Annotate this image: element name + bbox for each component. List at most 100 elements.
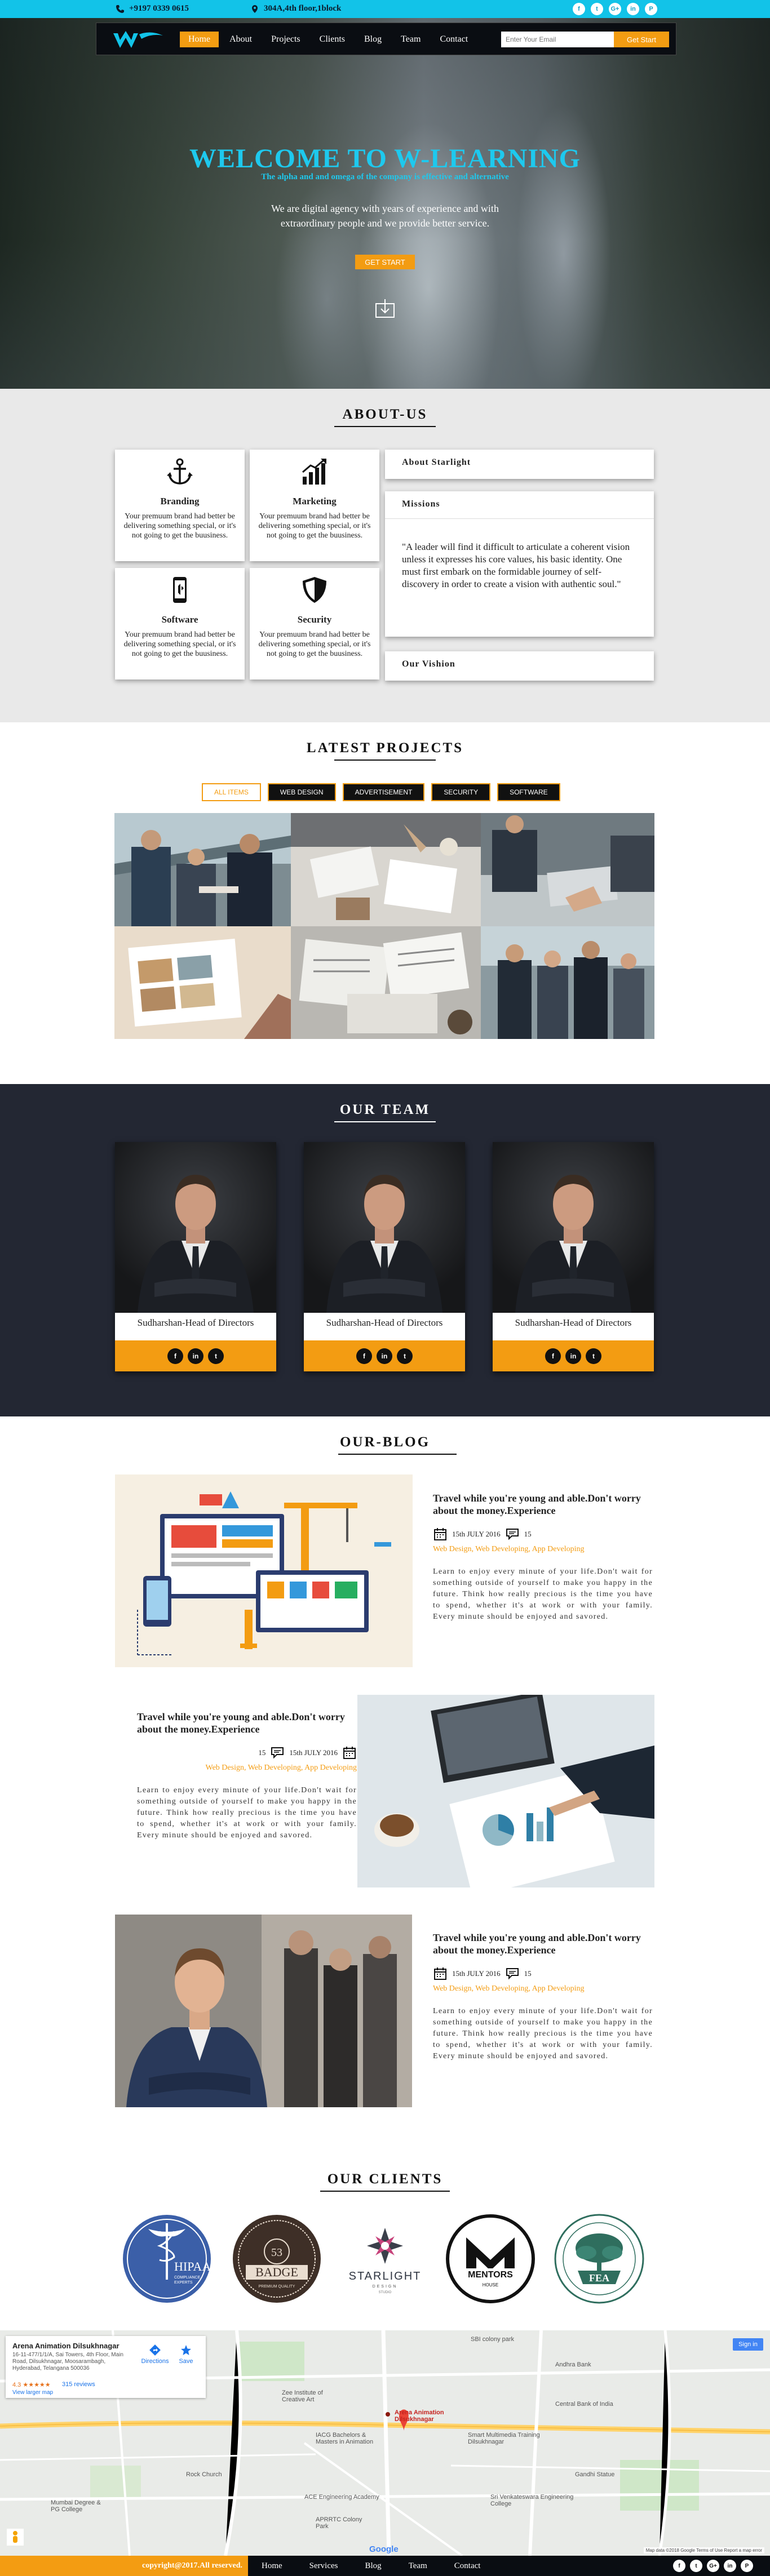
linkedin-icon[interactable]: in <box>188 1348 203 1364</box>
twitter-icon[interactable]: t <box>586 1348 601 1364</box>
google-plus-icon[interactable]: G+ <box>609 3 621 15</box>
street-view-icon[interactable] <box>7 2529 24 2546</box>
about-card-title: Software <box>161 614 198 625</box>
linkedin-icon[interactable]: in <box>377 1348 392 1364</box>
blog-post-categories[interactable]: Web Design, Web Developing, App Developi… <box>433 1984 653 1993</box>
about-card-software: Software Your premuum brand had better b… <box>115 568 245 679</box>
calendar-icon <box>434 1967 446 1980</box>
blog-heading-underline <box>338 1454 457 1455</box>
about-card-security: Security Your premuum brand had better b… <box>250 568 379 679</box>
team-group-image <box>481 926 654 1039</box>
view-larger-map-link[interactable]: View larger map <box>12 2390 53 2396</box>
twitter-icon[interactable]: t <box>208 1348 224 1364</box>
client-logo-hipaa[interactable]: HIPAA COMPLIANCE EXPERTS <box>120 2212 214 2306</box>
map-sign-in-button[interactable]: Sign in <box>733 2338 763 2351</box>
blog-post-categories[interactable]: Web Design, Web Developing, App Developi… <box>433 1545 653 1554</box>
project-image-laptop[interactable] <box>481 813 654 926</box>
tab-advertisement[interactable]: ADVERTISEMENT <box>342 783 425 801</box>
tab-software[interactable]: SOFTWARE <box>497 783 560 801</box>
hero-subtitle: The alpha and and omega of the company i… <box>261 172 509 181</box>
map-rating: 4.3 ★★★★★ <box>12 2382 51 2388</box>
calendar-icon <box>343 1747 356 1759</box>
project-image-handshake[interactable] <box>114 813 291 926</box>
about-card-marketing: Marketing Your premuum brand had better … <box>250 450 379 561</box>
blog-post-image[interactable] <box>115 1474 413 1667</box>
client-logo-badge[interactable]: 53 BADGE PREMIUM QUALITY <box>230 2212 324 2306</box>
tab-all-items[interactable]: ALL ITEMS <box>202 783 261 801</box>
team-member-photo <box>115 1142 276 1313</box>
missions-panel[interactable]: Missions "A leader will find it difficul… <box>385 491 654 637</box>
client-line2: 53 <box>271 2246 282 2259</box>
google-plus-icon[interactable]: G+ <box>707 2560 719 2572</box>
client-line2: DESIGN <box>373 2285 398 2289</box>
blog-post-body: Learn to enjoy every minute of your life… <box>137 1786 357 1840</box>
blog-post-text: Travel while you're young and able.Don't… <box>433 1492 653 1623</box>
blog-post-comment-count: 15 <box>524 1530 532 1538</box>
blog-post-title[interactable]: Travel while you're young and able.Don't… <box>433 1931 653 1956</box>
about-card-title: Branding <box>160 496 200 507</box>
linkedin-icon[interactable]: in <box>565 1348 581 1364</box>
about-card-title: Marketing <box>293 496 337 507</box>
about-starlight-panel[interactable]: About Starlight <box>385 450 654 479</box>
map-label: Smart Multimedia Training Dilsukhnagar <box>468 2432 540 2445</box>
about-card-text: Your premuum brand had better be deliver… <box>258 630 371 658</box>
client-logo-starlight[interactable]: STARLIGHT DESIGN STUDIO <box>338 2212 432 2306</box>
facebook-icon[interactable]: f <box>167 1348 183 1364</box>
twitter-icon[interactable]: t <box>397 1348 413 1364</box>
missions-quote: "A leader will find it difficult to arti… <box>402 541 630 589</box>
linkedin-icon[interactable]: in <box>724 2560 736 2572</box>
client-logo-fea[interactable]: FEA <box>552 2212 646 2306</box>
project-image-website[interactable] <box>114 926 291 1039</box>
blog-post-image[interactable] <box>357 1695 654 1887</box>
footer-link-blog[interactable]: Blog <box>352 2556 395 2576</box>
blog-post-image[interactable] <box>115 1915 412 2107</box>
map-save-button[interactable]: Save <box>175 2344 197 2365</box>
download-icon[interactable] <box>374 297 396 319</box>
blog-post-body: Learn to enjoy every minute of your life… <box>433 1567 653 1621</box>
hero-title: WELCOME TO W-LEARNING <box>189 144 581 174</box>
copyright-text: copyright@2017.All reserved. <box>0 2556 248 2576</box>
blog-post-meta: 15 15th JULY 2016 <box>137 1746 357 1760</box>
address-info: 304A,4th floor,1block <box>250 4 341 14</box>
map-reviews-link[interactable]: 315 reviews <box>62 2381 95 2388</box>
blog-post-title[interactable]: Travel while you're young and able.Don't… <box>137 1711 357 1735</box>
about-card-text: Your premuum brand had better be deliver… <box>123 512 236 540</box>
map-place-name: Arena Animation Dilsukhnagar <box>12 2342 120 2350</box>
client-line3: EXPERTS <box>174 2281 193 2285</box>
shield-icon <box>303 577 326 603</box>
blog-post-categories[interactable]: Web Design, Web Developing, App Developi… <box>137 1764 357 1773</box>
tab-web-design[interactable]: WEB DESIGN <box>267 783 336 801</box>
facebook-icon[interactable]: f <box>356 1348 372 1364</box>
footer-link-services[interactable]: Services <box>296 2556 352 2576</box>
project-image-team[interactable] <box>481 926 654 1039</box>
linkedin-icon[interactable]: in <box>627 3 639 15</box>
footer-link-team[interactable]: Team <box>395 2556 441 2576</box>
tab-security[interactable]: SECURITY <box>431 783 491 801</box>
hero-section: WELCOME TO W-LEARNING The alpha and and … <box>0 18 770 389</box>
vision-panel[interactable]: Our Vishion <box>385 651 654 681</box>
blog-heading: OUR-BLOG <box>339 1434 431 1450</box>
location-map[interactable]: Arena Animation Dilsukhnagar Andhra Bank… <box>0 2330 770 2556</box>
map-label: Sri Venkateswara Engineering College <box>490 2494 574 2507</box>
map-marker-label: Arena Animation Dilsukhnagar <box>395 2409 444 2423</box>
project-image-desk[interactable] <box>291 813 481 926</box>
twitter-icon[interactable]: t <box>690 2560 702 2572</box>
client-logo-mentors[interactable]: MENTORS HOUSE <box>444 2212 537 2306</box>
hero-get-start-button[interactable]: GET START <box>355 255 415 269</box>
blog-post-title[interactable]: Travel while you're young and able.Don't… <box>433 1492 653 1517</box>
facebook-icon[interactable]: f <box>545 1348 561 1364</box>
pinterest-icon[interactable]: P <box>645 3 657 15</box>
twitter-icon[interactable]: t <box>591 3 603 15</box>
map-label: ACE Engineering Academy <box>304 2494 379 2501</box>
directions-label: Directions <box>141 2358 169 2365</box>
pinterest-icon[interactable]: P <box>741 2560 753 2572</box>
businessman-portrait <box>515 1175 631 1313</box>
map-directions-button[interactable]: Directions <box>141 2344 169 2365</box>
footer-link-contact[interactable]: Contact <box>441 2556 494 2576</box>
client-line3: PREMIUM QUALITY <box>259 2285 295 2289</box>
footer-link-home[interactable]: Home <box>248 2556 296 2576</box>
map-label: IACG Bachelors & Masters in Animation <box>316 2432 374 2445</box>
facebook-icon[interactable]: f <box>573 3 585 15</box>
facebook-icon[interactable]: f <box>673 2560 685 2572</box>
project-image-papers[interactable] <box>291 926 481 1039</box>
